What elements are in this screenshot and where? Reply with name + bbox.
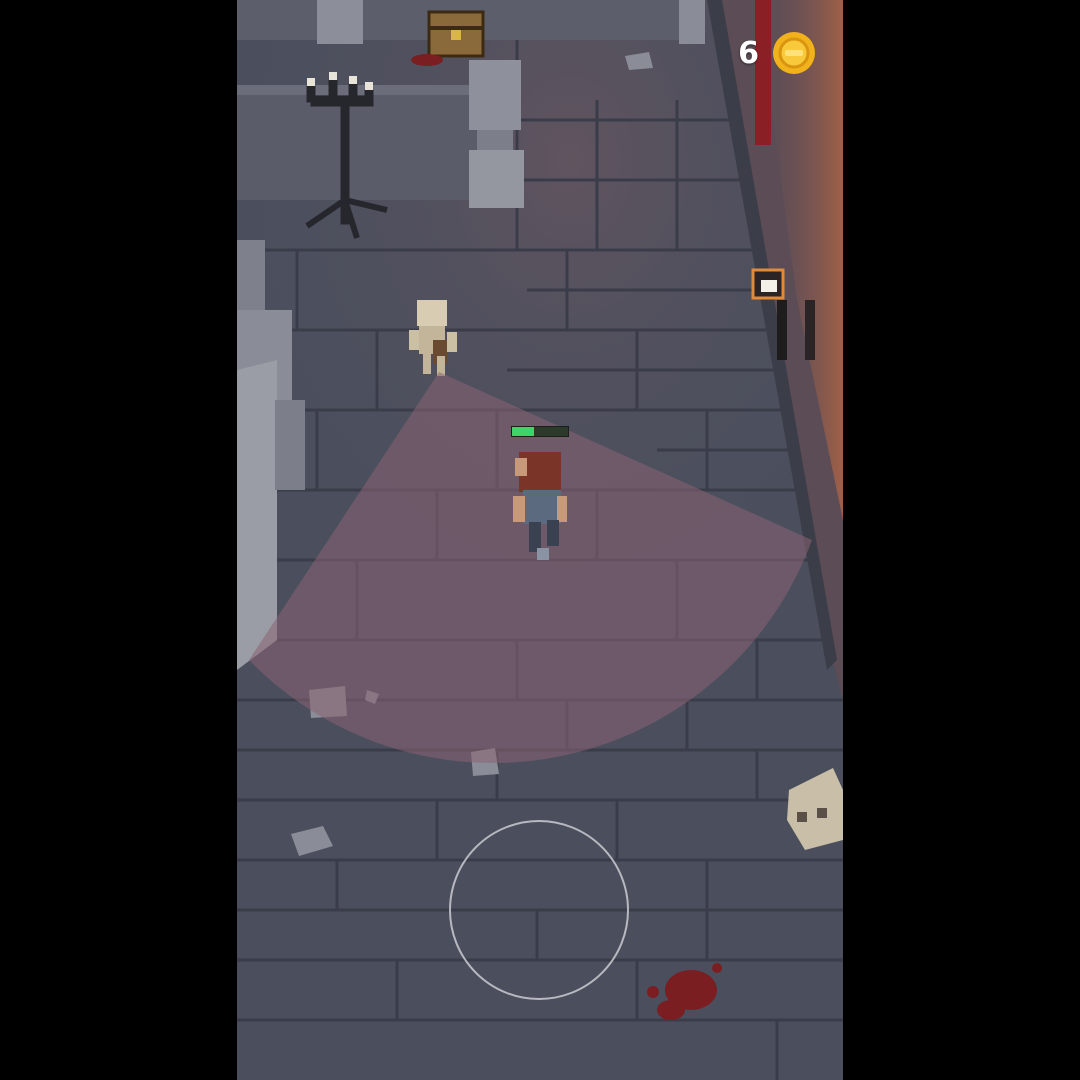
stone-block [317,0,363,44]
stone-block [679,0,705,44]
gold-coin-icon [773,32,815,74]
treasure-chest [427,10,485,58]
coin-counter: 6 [738,30,817,76]
virtual-joystick[interactable] [449,820,629,1000]
player-health-fill [512,427,535,436]
game-viewport[interactable]: 6 [237,0,843,1080]
player-health-bar [511,426,569,437]
coin-count: 6 [738,35,759,71]
